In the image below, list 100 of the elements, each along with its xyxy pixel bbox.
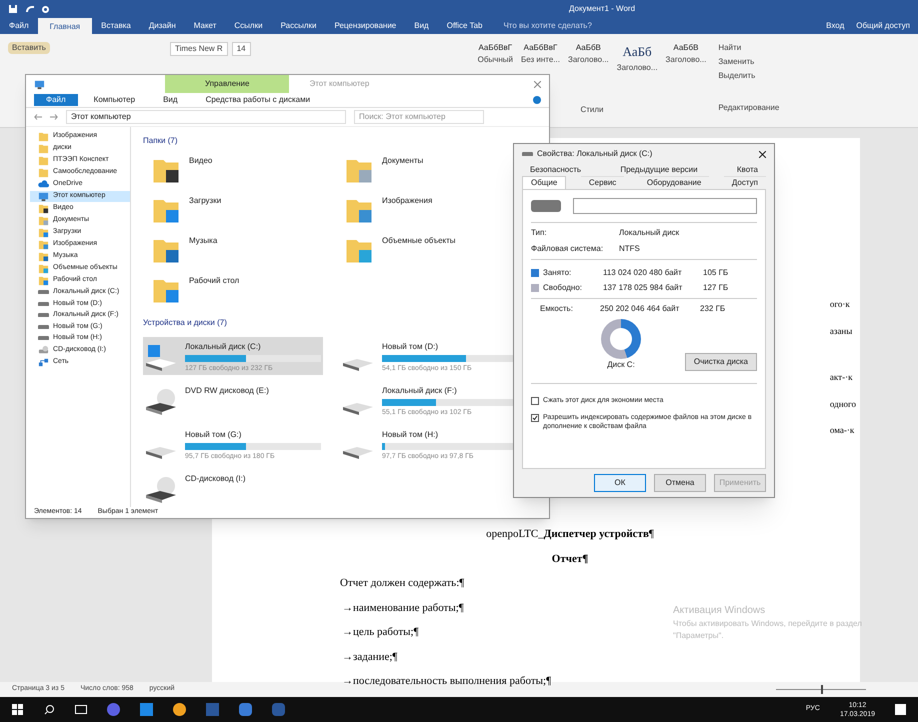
property-label: Занято: [543,267,572,279]
style-gallery-item[interactable]: АаБб Заголово... [616,42,658,74]
windows-logo-icon[interactable] [12,704,24,716]
folder-icon [38,167,49,178]
drive-icon [38,302,49,306]
tell-me-field[interactable]: Что вы хотите сделать? [503,20,592,32]
property-value: 232 ГБ [700,303,726,315]
dialog-tab[interactable]: Предыдущие версии [616,164,702,176]
address-bar[interactable]: Этот компьютер [66,110,346,124]
ribbon-tab[interactable]: Ссылки [225,20,272,32]
undo-icon[interactable] [26,6,34,12]
folder-icon [38,155,49,166]
property-value: NTFS [619,243,640,255]
drive-item[interactable]: CD-дисковод (I:) [143,469,323,508]
activation-text: Чтобы активировать Windows, перейдите в раздел "Параметры". [673,618,863,642]
property-value: 113 024 020 480 байт [603,267,683,279]
sign-in-link[interactable]: Вход [826,20,844,32]
free-space-swatch [531,284,539,292]
browser-icon[interactable] [107,703,120,716]
forward-arrow-icon[interactable] [50,114,58,120]
ribbon-tab[interactable]: Дизайн [140,20,185,32]
ribbon-tab[interactable]: Макет [184,20,226,32]
activation-title: Активация Windows [673,604,766,618]
network-icon [38,356,49,368]
property-label: Емкость: [540,303,574,315]
search-field[interactable]: Поиск: Этот компьютер [354,110,484,124]
ribbon-tab[interactable]: Файл [34,94,78,106]
ribbon-tab[interactable]: Рассылки [272,20,326,32]
drive-name-field[interactable] [573,198,757,214]
folder-item[interactable]: Музыка [151,235,344,266]
drive-icon [38,290,49,294]
drive-icon [531,200,561,212]
back-arrow-icon[interactable] [34,114,42,120]
folder-icon [38,275,49,286]
editing-command[interactable]: Найти [718,42,780,54]
hard-drive-icon [146,447,176,460]
checkbox[interactable] [531,397,539,405]
disc-drive-icon [146,477,176,504]
property-value: 105 ГБ [703,267,728,279]
search-icon[interactable] [44,704,55,715]
context-tab[interactable]: Управление [165,75,290,93]
ribbon-tab[interactable]: Вид [405,20,438,32]
drive-item[interactable]: DVD RW дисковод (E:) [143,381,323,420]
ribbon-tab[interactable]: Файл [0,20,38,32]
checkbox[interactable] [531,414,539,422]
task-view-icon[interactable] [75,705,87,714]
app-icon[interactable] [239,703,252,716]
folder-item[interactable]: Загрузки [151,195,344,226]
property-label: Свободно: [543,282,583,294]
style-gallery-item[interactable]: АаБбВвГ Без инте... [520,42,560,74]
close-icon[interactable] [759,150,766,158]
document-text: ого·к [830,298,851,311]
folder-item[interactable]: Рабочий стол [151,275,344,306]
app-icon[interactable] [173,703,186,716]
document-text: ома-·к [830,424,856,437]
document-paragraph: →цель работы;¶ [341,625,419,640]
drive-icon [38,313,49,318]
property-label: Файловая система: [531,243,604,255]
document-paragraph: →последовательность выполнения работы;¶ [341,674,552,689]
style-gallery-item[interactable]: АаБбВ Заголово... [666,42,706,74]
folder-icon [38,239,49,250]
ribbon-tab[interactable]: Вставка [92,20,140,32]
paste-button[interactable]: Вставить [8,42,50,54]
ribbon-tab[interactable]: Главная [38,18,92,34]
group-label: Редактирование [718,102,780,114]
drive-icon [522,152,533,156]
hard-drive-icon [343,447,373,460]
ribbon-tab[interactable]: Компьютер [82,94,148,106]
font-size-field[interactable]: 14 [232,42,251,56]
dialog-button[interactable]: ОК [594,474,646,492]
folder-icon [38,227,49,238]
disc-drive-icon [38,344,49,356]
font-name-field[interactable]: Times New R [170,42,228,56]
dialog-tab[interactable]: Общие [522,176,566,189]
style-gallery-item[interactable]: АаБбВ Заголово... [568,42,609,74]
ribbon-tab[interactable]: Средства работы с дисками [194,94,322,106]
folder-item[interactable]: Видео [151,155,344,186]
document-paragraph: Отчет¶ [550,552,588,566]
used-space-swatch [531,269,539,277]
drive-icon [38,336,49,340]
document-paragraph: openpoLTC_Диспетчер устройств¶ [485,527,654,542]
ribbon-tab[interactable]: Office Tab [438,20,492,32]
save-icon[interactable] [8,4,18,14]
dialog-tab[interactable]: Безопасность [526,164,586,176]
document-paragraph: Отчет должен содержать:¶ [340,576,464,591]
ribbon-tab[interactable]: Вид [151,94,190,106]
style-gallery-item[interactable]: АаБбВвГ Обычный [478,42,513,74]
disk-cleanup-button[interactable]: Очистка диска [684,353,757,371]
share-button[interactable]: Общий доступ [856,20,910,32]
drive-label: Диск C: [607,359,635,371]
hard-drive-icon [343,359,373,372]
section-header: Папки (7) [143,135,178,148]
editing-command[interactable]: Выделить [718,70,780,82]
ribbon-tab[interactable]: Рецензирование [325,20,406,32]
group-label: Стили [580,104,604,116]
editing-command[interactable]: Заменить [718,56,780,68]
dialog-button[interactable]: Отмена [654,474,706,492]
dialog-tab[interactable]: Квота [732,164,762,176]
property-value: 137 178 025 984 байт [603,282,684,294]
folder-icon [38,251,49,262]
